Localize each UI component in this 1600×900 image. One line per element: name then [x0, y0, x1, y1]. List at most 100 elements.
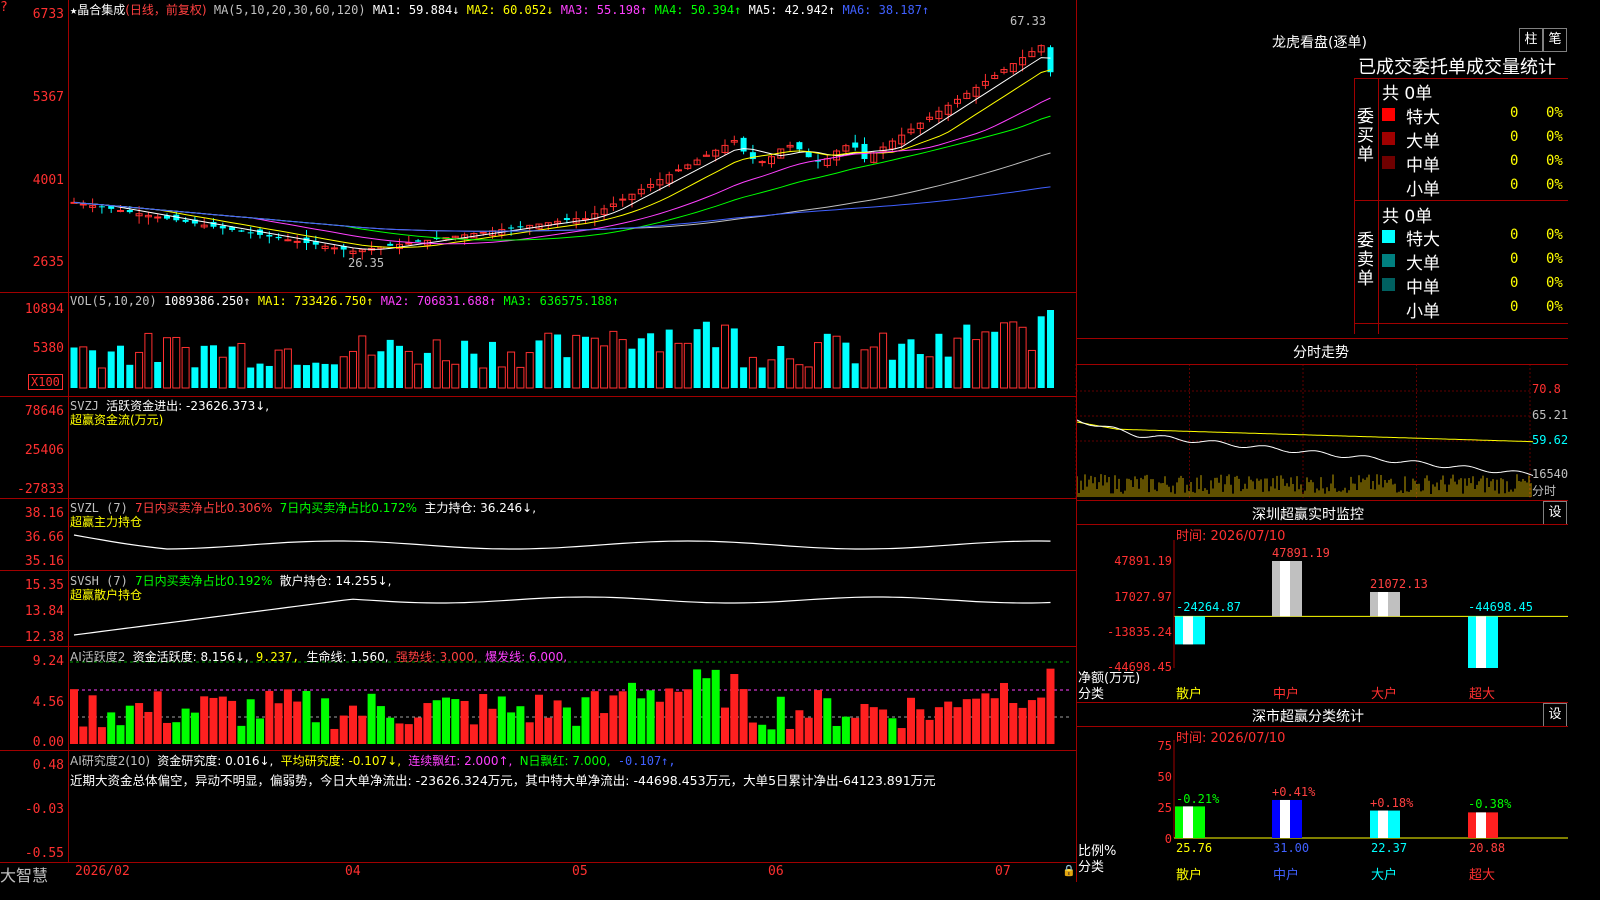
- activity-bar: [572, 725, 581, 744]
- volume-bar: [247, 367, 255, 388]
- activity-bar: [1027, 700, 1036, 744]
- research-bar: [507, 806, 516, 808]
- vol-unit: X100: [28, 374, 63, 390]
- activity-bar: [1018, 707, 1027, 744]
- research-bar: [367, 806, 376, 809]
- svsh-tick: 13.84: [24, 604, 64, 619]
- bar-mode-button[interactable]: 柱: [1519, 28, 1543, 52]
- intraday-tick: 59.62: [1532, 433, 1569, 447]
- fund-flow-bar: [686, 470, 690, 478]
- research-bar: [181, 806, 190, 810]
- stats-bar: [1175, 806, 1205, 838]
- fund-flow-bar: [714, 463, 718, 470]
- fund-flow-bar: [277, 463, 281, 470]
- volume-bar: [163, 337, 171, 389]
- monitor-bar-body: [1175, 616, 1205, 645]
- volume-bar: [321, 363, 329, 388]
- research-bar: [414, 806, 423, 809]
- fund-flow-bar: [584, 460, 587, 470]
- activity-bar: [581, 697, 590, 744]
- volume-bar: [218, 356, 227, 389]
- fund-flow-bar: [751, 470, 755, 479]
- fund-flow-bar: [723, 470, 727, 471]
- activity-bar: [256, 718, 264, 744]
- stock-name: 晶合集成: [77, 3, 126, 17]
- fund-flow-bar: [491, 465, 494, 470]
- activity-bar: [767, 729, 776, 744]
- activity-bar: [618, 691, 627, 744]
- candle: [1047, 47, 1054, 73]
- fund-flow-bar: [704, 463, 708, 470]
- activity-bar: [172, 722, 181, 744]
- monitor-bar: [1272, 561, 1302, 617]
- ma5-value: MA5: 42.942↑: [748, 3, 836, 17]
- tick-mode-button[interactable]: 笔: [1543, 28, 1567, 52]
- activity-bar: [990, 698, 999, 744]
- volume-bar: [972, 339, 981, 389]
- fund-flow-bar: [1049, 470, 1052, 478]
- activity-bar: [1046, 668, 1055, 744]
- fund-flow-bar: [435, 462, 439, 470]
- stats-settings-button[interactable]: 设: [1543, 703, 1567, 727]
- buy-pct: 0%: [1546, 177, 1563, 193]
- sell-name: 中单: [1406, 278, 1440, 298]
- activity-bar: [832, 725, 841, 744]
- volume-bar: [869, 346, 878, 389]
- intraday-tick: 分时: [1532, 484, 1557, 498]
- fund-flow-bar: [788, 463, 792, 470]
- activity-bar: [209, 697, 218, 744]
- volume-bar: [1047, 310, 1054, 388]
- candle: [182, 219, 189, 222]
- volume-bar: [303, 365, 310, 388]
- volume-bar: [154, 361, 162, 388]
- research-bar: [916, 804, 925, 806]
- research-bar: [190, 801, 199, 806]
- volume-bar: [637, 338, 645, 388]
- research-bar: [209, 803, 218, 806]
- fund-flow-bar: [816, 470, 820, 476]
- activity-bar: [200, 696, 209, 744]
- monitor-bar: [1370, 591, 1400, 617]
- fund-flow-bar: [286, 460, 290, 470]
- fund-flow-bar: [416, 464, 420, 470]
- high-price-mark: 67.33: [1010, 14, 1047, 28]
- research-bar: [888, 803, 897, 806]
- research-bar: [237, 805, 246, 806]
- activity-bar: [683, 689, 692, 744]
- candle: [219, 225, 226, 229]
- fund-flow-bar: [965, 468, 969, 470]
- stats-bar: [1370, 810, 1400, 838]
- lhb-header: 已成交委托单成交量统计: [1358, 57, 1556, 78]
- stats-category: 超大: [1469, 868, 1496, 883]
- activity-bar: [711, 669, 720, 744]
- retail-holding-line: [73, 596, 1051, 636]
- activity-bar: [609, 695, 618, 744]
- buy-name: 大单: [1406, 132, 1440, 152]
- activity-bar: [776, 696, 785, 744]
- intraday-tick: 70.8: [1532, 382, 1561, 396]
- activity-bar: [1009, 703, 1018, 744]
- ai2-e: -0.107↑,: [617, 754, 676, 768]
- stats-category: 散户: [1176, 868, 1203, 883]
- date-tick: 2026/02: [75, 864, 130, 879]
- research-bar: [553, 800, 562, 806]
- volume-bar: [832, 335, 841, 389]
- research-bar: [423, 804, 432, 806]
- intraday-tick: 65.21: [1532, 408, 1569, 422]
- fund-flow-bar: [239, 470, 243, 474]
- ai1-b: 9.237,: [255, 650, 300, 664]
- sell-count: 0: [1510, 251, 1519, 267]
- research-bar: [693, 804, 702, 806]
- volume-bar: [461, 340, 469, 388]
- monitor-bar-highlight: [1378, 591, 1388, 617]
- research-bar: [925, 802, 934, 806]
- stats-xlabel: 分类: [1078, 860, 1105, 875]
- activity-bar: [479, 694, 488, 744]
- fund-flow-bar: [119, 470, 122, 477]
- ai2-label: AI研究度2(10): [70, 754, 151, 768]
- volume-bar: [423, 352, 431, 388]
- research-bar: [97, 803, 106, 806]
- activity-bar: [600, 713, 609, 744]
- monitor-settings-button[interactable]: 设: [1543, 501, 1567, 525]
- lock-icon[interactable]: 🔒: [1062, 864, 1076, 877]
